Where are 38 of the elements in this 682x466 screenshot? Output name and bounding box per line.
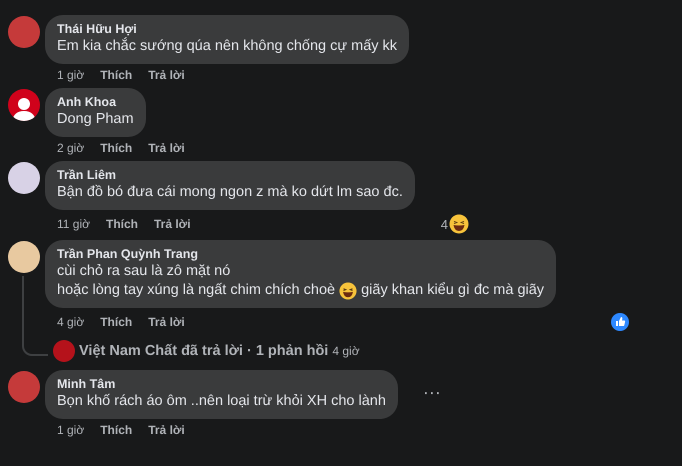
- comment-text: Dong Pham: [57, 110, 134, 129]
- replies-link[interactable]: Việt Nam Chất đã trả lời · 1 phản hồi: [79, 343, 328, 359]
- comment-text: Bọn khố rách áo ôm ..nên loại trừ khỏi XH cho lành: [57, 392, 386, 411]
- reply-link[interactable]: Trả lời: [148, 68, 185, 82]
- reply-link[interactable]: Trả lời: [148, 141, 185, 155]
- reply-link[interactable]: Trả lời: [154, 217, 191, 231]
- comment-time[interactable]: 11 giờ: [57, 217, 90, 231]
- reply-link[interactable]: Trả lời: [148, 423, 185, 437]
- like-link[interactable]: Thích: [100, 423, 132, 437]
- like-link[interactable]: Thích: [100, 315, 132, 329]
- comment-author[interactable]: Thái Hữu Hợi: [57, 22, 398, 37]
- laughing-emoji-icon: [449, 214, 469, 234]
- like-link[interactable]: Thích: [106, 217, 138, 231]
- comment-time[interactable]: 4 giờ: [57, 315, 84, 329]
- comment-text: giãy khan kiểu gì đc mà giãy: [361, 281, 544, 300]
- comment-text: cùi chỏ ra sau là zô mặt nó: [57, 262, 230, 281]
- comment-time[interactable]: 2 giờ: [57, 141, 84, 155]
- reply-time: 4 giờ: [332, 344, 360, 358]
- comment-text: Bận đồ bó đưa cái mong ngon z mà ko dứt lm sao đc.: [57, 183, 403, 202]
- like-link[interactable]: Thích: [100, 141, 132, 155]
- like-link[interactable]: Thích: [100, 68, 132, 82]
- comment-time[interactable]: 1 giờ: [57, 423, 84, 437]
- like-icon: [611, 313, 629, 331]
- comment-text: Em kia chắc sướng qúa nên không chống cự mấy kk: [57, 37, 398, 56]
- more-options-button[interactable]: ···: [416, 382, 447, 402]
- reply-link[interactable]: Trả lời: [148, 315, 185, 329]
- page-avatar-photo: [53, 340, 75, 362]
- comment-author[interactable]: Anh Khoa: [57, 95, 134, 110]
- laughing-emoji-icon: [339, 282, 358, 300]
- comment-text: hoặc lòng tay xúng là ngất chim chích choè: [57, 281, 336, 300]
- default-avatar-icon[interactable]: [8, 89, 40, 121]
- avatar-photo[interactable]: [8, 162, 40, 194]
- comment-author[interactable]: Trần Liêm: [57, 168, 403, 183]
- comment-author[interactable]: Minh Tâm: [57, 377, 386, 392]
- comment-time[interactable]: 1 giờ: [57, 68, 84, 82]
- reaction-count[interactable]: 4: [440, 216, 448, 232]
- avatar-photo[interactable]: [8, 241, 40, 273]
- comment-author[interactable]: Trần Phan Quỳnh Trang: [57, 247, 544, 262]
